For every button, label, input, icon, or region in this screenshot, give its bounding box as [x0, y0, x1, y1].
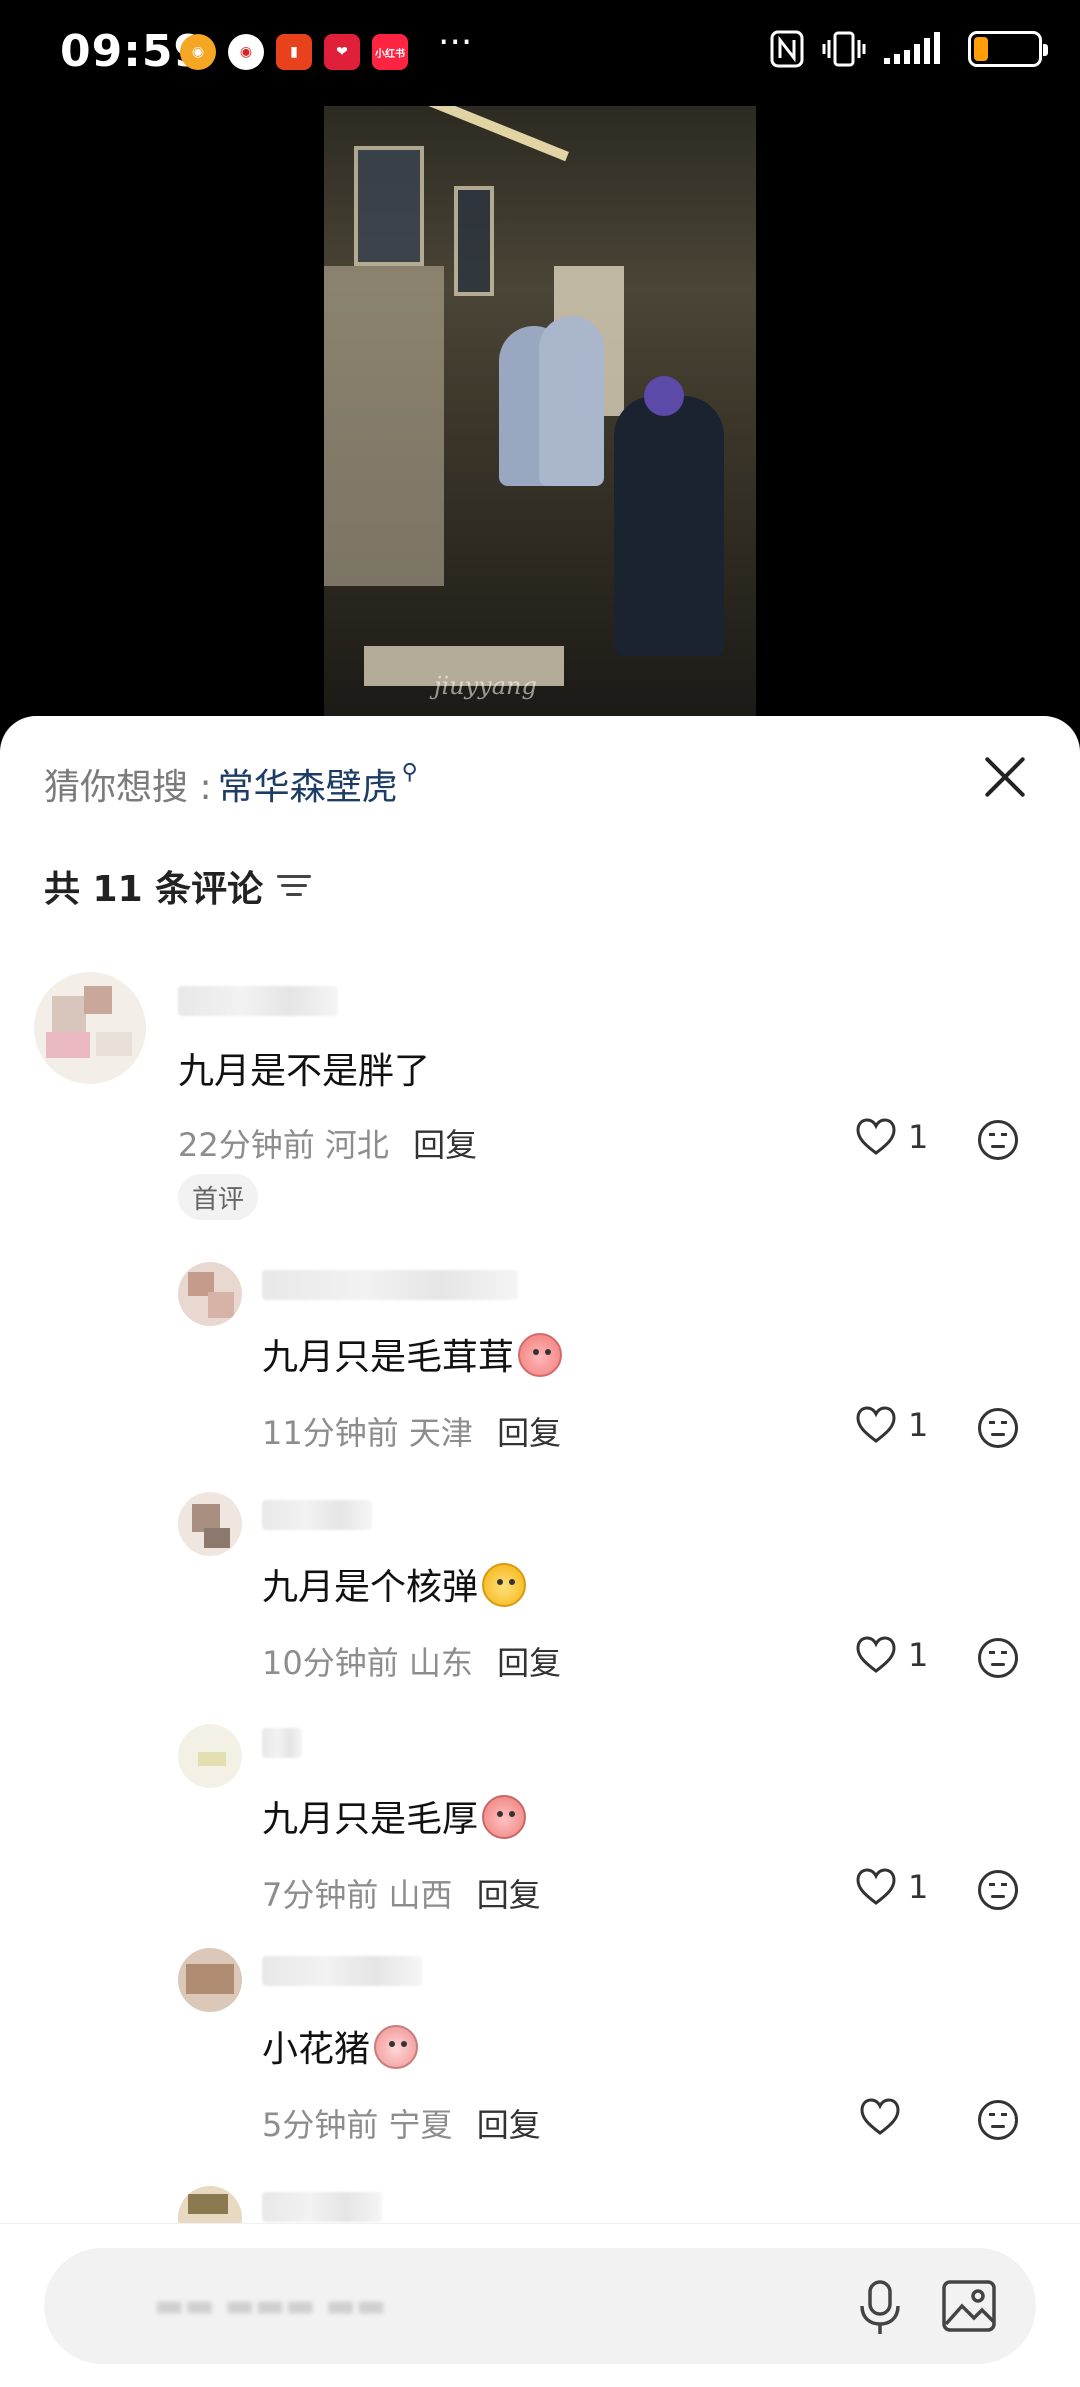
comment-text: 九月是个核弹 [262, 1558, 527, 1610]
comment-text: 九月是不是胖了 [178, 1051, 431, 1092]
emoji-reaction-icon[interactable] [978, 1638, 1018, 1678]
status-notification-icons: ◉ ◉ ▮ ❤ 小红书 [180, 34, 408, 70]
emoji-reaction-icon[interactable] [978, 1870, 1018, 1910]
reply-button[interactable]: 回复 [477, 2106, 541, 2144]
search-icon: ⚲ [401, 759, 418, 785]
avatar[interactable] [34, 972, 146, 1084]
like-button[interactable]: 1 [856, 1868, 928, 1906]
comment-time: 11分钟前 [262, 1414, 399, 1452]
comment-text: 九月只是毛茸茸 [262, 1328, 563, 1380]
comment-time: 22分钟前 [178, 1126, 315, 1164]
username-blurred[interactable] [262, 1956, 422, 1986]
sort-icon[interactable] [277, 873, 312, 899]
heart-icon [856, 1118, 896, 1155]
comment-input[interactable]: ▬▬ ▬▬▬ ▬▬ [44, 2248, 1036, 2364]
comment-meta: 10分钟前 山东 回复 [262, 1638, 561, 1684]
weibo-icon: ◉ [180, 34, 216, 70]
comment-location: 宁夏 [388, 2106, 453, 2144]
video-watermark: jiuyyang [434, 672, 537, 700]
status-bar: 09:59 ◉ ◉ ▮ ❤ 小红书 ··· [0, 0, 1080, 104]
comments-header: 共 11 条评论 [44, 860, 312, 912]
avatar[interactable] [178, 1724, 242, 1788]
comment-time: 5分钟前 [262, 2106, 379, 2144]
vibrate-icon [822, 31, 866, 67]
comment-text: 九月只是毛厚 [262, 1790, 527, 1842]
xiaohongshu-icon: 小红书 [372, 34, 408, 70]
like-button[interactable]: 1 [856, 1636, 928, 1674]
comment-location: 山东 [408, 1644, 473, 1682]
pig-face-emoji-icon [482, 1795, 527, 1839]
comment-text: 小花猪 [262, 2020, 419, 2072]
heart-icon [856, 1636, 896, 1673]
comment-meta: 7分钟前 山西 回复 [262, 1870, 541, 1916]
reply-button[interactable]: 回复 [477, 1876, 541, 1914]
search-suggestion[interactable]: 猜你想搜 : 常华森壁虎 ⚲ [44, 758, 418, 810]
comment-time: 10分钟前 [262, 1644, 399, 1682]
comment-meta: 22分钟前 河北 回复 [178, 1120, 477, 1166]
crying-face-emoji-icon [374, 2025, 419, 2069]
comment-input-placeholder: ▬▬ ▬▬▬ ▬▬ [154, 2286, 386, 2324]
comment-time: 7分钟前 [262, 1876, 379, 1914]
search-suggestion-label: 猜你想搜 : [44, 767, 212, 808]
like-count: 1 [908, 1868, 929, 1906]
video-frame[interactable]: jiuyyang [324, 106, 756, 718]
like-count: 1 [908, 1636, 929, 1674]
emoji-reaction-icon[interactable] [978, 1120, 1018, 1160]
reply-button[interactable]: 回复 [497, 1414, 561, 1452]
like-button[interactable] [860, 2098, 900, 2136]
comment-input-bar: ▬▬ ▬▬▬ ▬▬ [0, 2223, 1080, 2387]
username-blurred[interactable] [262, 2192, 382, 2222]
app-icon: ▮ [276, 34, 312, 70]
username-blurred[interactable] [178, 986, 338, 1016]
heart-icon [860, 2098, 900, 2135]
avatar[interactable] [178, 1262, 242, 1326]
reply-button[interactable]: 回复 [413, 1126, 477, 1164]
heart-icon [856, 1406, 896, 1443]
dog-face-emoji-icon [482, 1563, 527, 1607]
signal-icon [884, 32, 940, 64]
close-button[interactable] [982, 754, 1028, 800]
like-count: 1 [908, 1406, 929, 1444]
avatar[interactable] [178, 1492, 242, 1556]
comment-sheet: 猜你想搜 : 常华森壁虎 ⚲ 共 11 条评论 九月是不是胖了 22分钟前 河北… [0, 716, 1080, 2387]
emoji-reaction-icon[interactable] [978, 2100, 1018, 2140]
app-pink-icon: ❤ [324, 34, 360, 70]
first-comment-badge: 首评 [178, 1174, 259, 1220]
like-count: 1 [908, 1118, 929, 1156]
comment-location: 山西 [388, 1876, 453, 1914]
microphone-icon[interactable] [852, 2278, 908, 2338]
more-notifications-icon: ··· [438, 22, 473, 63]
like-button[interactable]: 1 [856, 1406, 928, 1444]
comment-location: 河北 [324, 1126, 389, 1164]
comment-meta: 11分钟前 天津 回复 [262, 1408, 561, 1454]
reply-button[interactable]: 回复 [497, 1644, 561, 1682]
image-icon[interactable] [940, 2278, 998, 2334]
username-blurred[interactable] [262, 1270, 518, 1300]
username-blurred[interactable] [262, 1728, 302, 1758]
shocked-face-emoji-icon [518, 1333, 563, 1377]
emoji-reaction-icon[interactable] [978, 1408, 1018, 1448]
comment-count: 共 11 条评论 [44, 869, 264, 910]
heart-icon [856, 1868, 896, 1905]
battery-icon [968, 31, 1048, 67]
comment-meta: 5分钟前 宁夏 回复 [262, 2100, 541, 2146]
like-button[interactable]: 1 [856, 1118, 928, 1156]
comment-location: 天津 [408, 1414, 473, 1452]
avatar[interactable] [178, 1948, 242, 2012]
status-indicators [770, 30, 1048, 68]
nfc-icon [770, 30, 804, 68]
search-suggestion-term[interactable]: 常华森壁虎 [218, 758, 398, 810]
video-player[interactable]: jiuyyang [0, 104, 1080, 724]
weibo-red-icon: ◉ [228, 34, 264, 70]
username-blurred[interactable] [262, 1500, 372, 1530]
